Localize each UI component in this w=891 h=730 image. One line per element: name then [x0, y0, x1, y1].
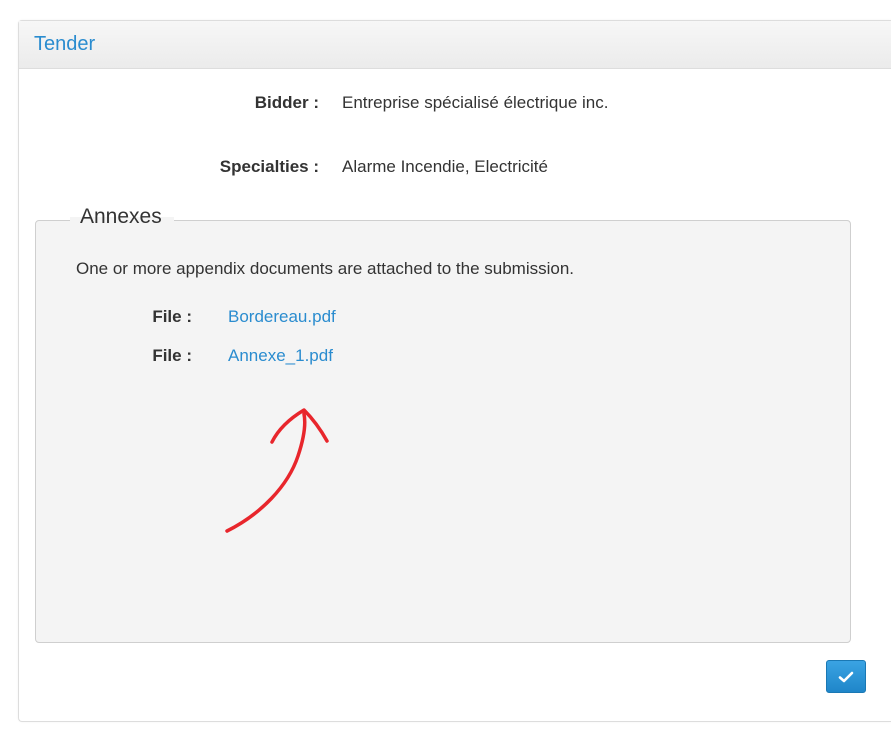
annexes-legend: Annexes: [70, 205, 174, 229]
file-label: File :: [152, 346, 192, 365]
confirm-button[interactable]: [826, 660, 866, 693]
bidder-label: Bidder :: [254, 93, 319, 112]
specialties-value: Alarme Incendie, Electricité: [342, 157, 548, 176]
red-hand-drawn-arrow-icon: [225, 408, 329, 533]
bidder-value: Entreprise spécialisé électrique inc.: [342, 93, 609, 112]
file-link-annexe-1[interactable]: Annexe_1.pdf: [228, 346, 333, 366]
panel-title: Tender: [19, 21, 891, 69]
annexes-description: One or more appendix documents are attac…: [76, 259, 575, 278]
file-row: File : Annexe_1.pdf: [36, 346, 636, 368]
annexes-fieldset: Annexes One or more appendix documents a…: [35, 205, 851, 643]
file-label: File :: [152, 307, 192, 326]
file-row: File : Bordereau.pdf: [36, 307, 636, 329]
specialties-label: Specialties :: [219, 157, 319, 176]
file-link-bordereau[interactable]: Bordereau.pdf: [228, 307, 336, 327]
tender-panel: Tender Bidder : Entreprise spécialisé él…: [18, 20, 891, 722]
checkmark-icon: [838, 671, 854, 682]
